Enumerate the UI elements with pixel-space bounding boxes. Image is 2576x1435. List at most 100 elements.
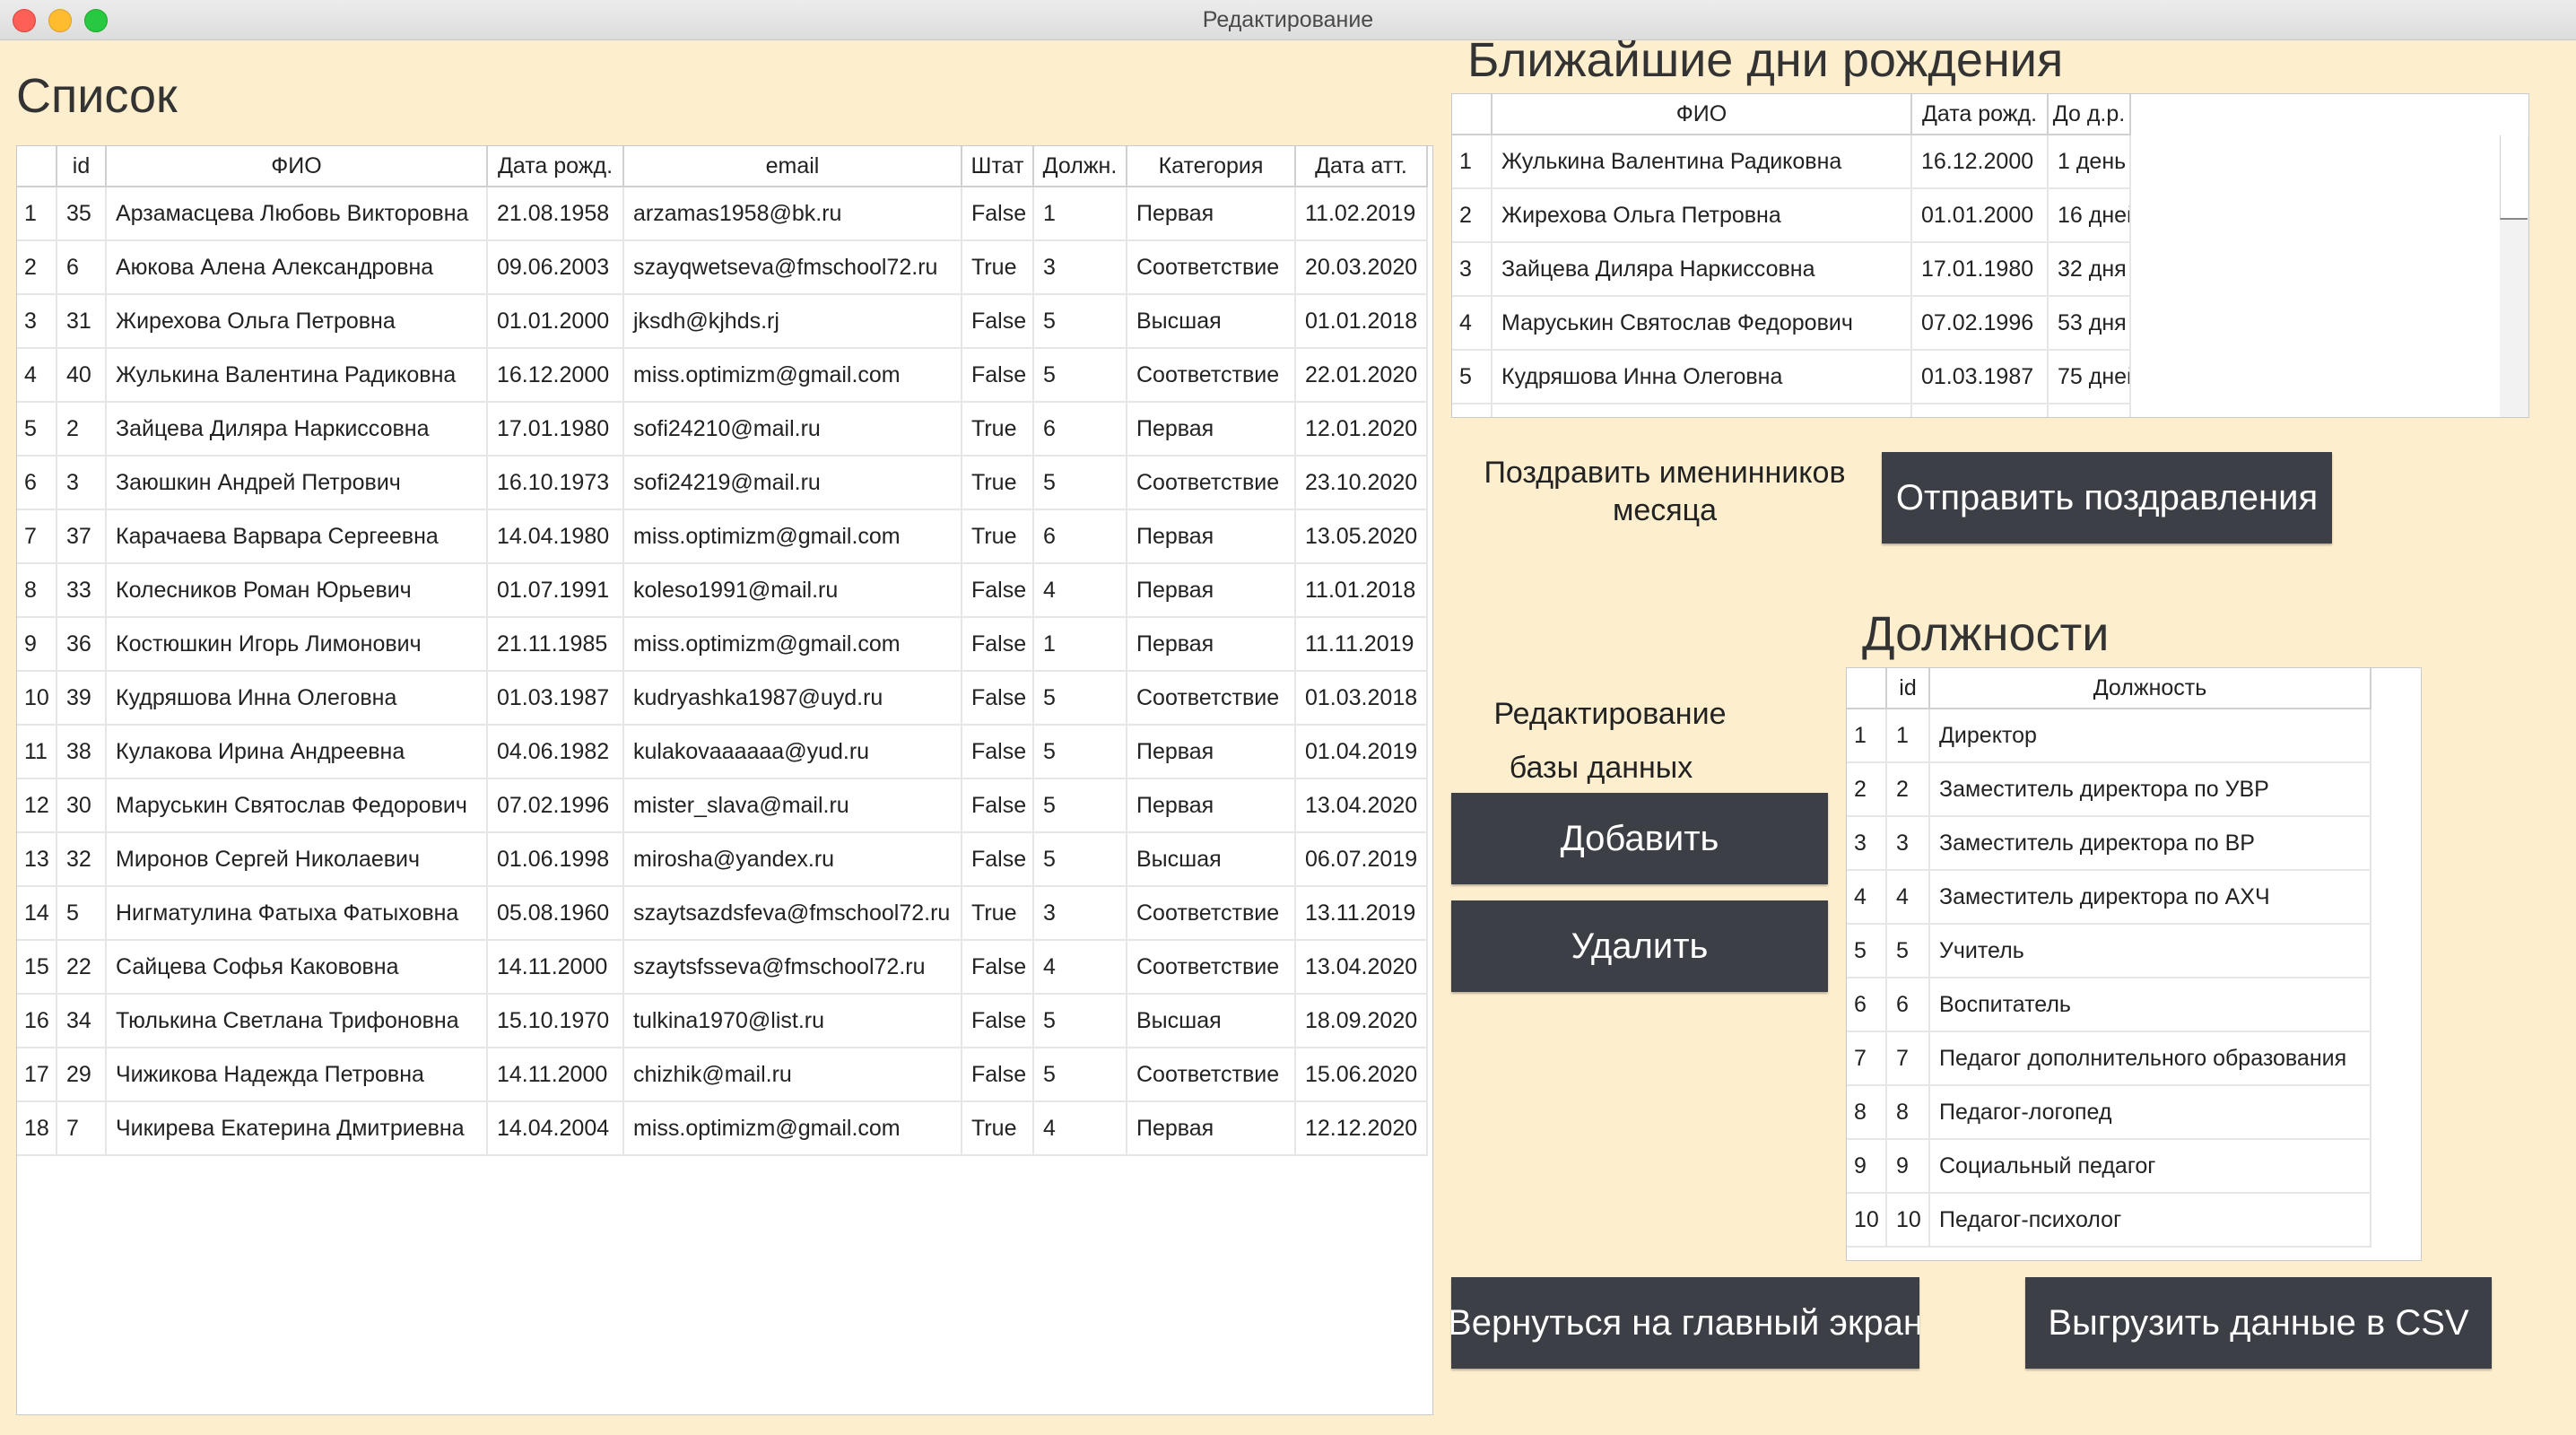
position-row[interactable]: 9 9 Социальный педагог	[1847, 1139, 2371, 1194]
table-row[interactable]: 4 40 Жулькина Валентина Радиковна 16.12.200…	[17, 348, 1428, 403]
table-row[interactable]: 9 36 Костюшкин Игорь Лимонович 21.11.1985 mi…	[17, 617, 1428, 672]
table-cell[interactable]: 22	[57, 940, 107, 995]
table-cell[interactable]: 22.01.2020	[1295, 348, 1428, 403]
birthdays-column-header[interactable]: ФИО	[1492, 94, 1912, 135]
birthday-cell[interactable]: 07.02.1996	[1911, 296, 2049, 351]
table-cell[interactable]: 4	[1033, 1101, 1127, 1156]
add-button[interactable]: Добавить	[1451, 793, 1828, 884]
table-cell[interactable]: 01.03.1987	[487, 671, 624, 726]
table-cell[interactable]: Соответствие	[1127, 886, 1296, 941]
birthday-cell[interactable]	[1492, 404, 1912, 417]
table-cell[interactable]: Тюлькина Светлана Трифоновна	[106, 994, 488, 1048]
table-cell[interactable]: False	[962, 294, 1034, 349]
table-cell[interactable]: 3	[1033, 240, 1127, 295]
position-cell[interactable]: 8	[1886, 1085, 1930, 1140]
table-row[interactable]: 5 2 Зайцева Диляра Наркиссовна 17.01.1980 so…	[17, 402, 1428, 457]
position-row[interactable]: 10 10 Педагог-психолог	[1847, 1193, 2371, 1248]
table-cell[interactable]: 16.10.1973	[487, 456, 624, 510]
table-cell[interactable]: Первая	[1127, 778, 1296, 833]
table-cell[interactable]: 5	[1033, 778, 1127, 833]
position-row[interactable]: 2 2 Заместитель директора по УВР	[1847, 762, 2371, 817]
table-cell[interactable]: Маруськин Святослав Федорович	[106, 778, 488, 833]
table-cell[interactable]: szayqwetseva@fmschool72.ru	[623, 240, 962, 295]
table-cell[interactable]: 21.11.1985	[487, 617, 624, 672]
birthdays-table[interactable]: ФИО Дата рожд. До д.р. 1 Жулькина Валентина…	[1451, 93, 2529, 418]
table-cell[interactable]: Первая	[1127, 725, 1296, 779]
position-cell[interactable]: Воспитатель	[1929, 978, 2371, 1032]
table-row[interactable]: 8 33 Колесников Роман Юрьевич 01.07.1991 kol…	[17, 563, 1428, 618]
position-cell[interactable]: 5	[1886, 924, 1930, 978]
birthdays-column-header[interactable]	[1452, 94, 1493, 135]
table-cell[interactable]: Миронов Сергей Николаевич	[106, 832, 488, 887]
table-cell[interactable]: False	[962, 778, 1034, 833]
table-cell[interactable]: 4	[1033, 563, 1127, 618]
list-column-header[interactable]: id	[57, 146, 107, 187]
table-cell[interactable]: 5	[1033, 725, 1127, 779]
list-column-header[interactable]	[17, 146, 57, 187]
position-row[interactable]: 5 5 Учитель	[1847, 924, 2371, 978]
table-row[interactable]: 16 34 Тюлькина Светлана Трифоновна 15.10.19…	[17, 994, 1428, 1048]
table-cell[interactable]: Высшая	[1127, 832, 1296, 887]
birthdays-scrollbar[interactable]	[2500, 135, 2528, 417]
birthday-cell[interactable]: Жирехова Ольга Петровна	[1492, 188, 1912, 243]
table-cell[interactable]: 5	[1033, 671, 1127, 726]
table-cell[interactable]: tulkina1970@list.ru	[623, 994, 962, 1048]
table-cell[interactable]: Колесников Роман Юрьевич	[106, 563, 488, 618]
table-cell[interactable]: 13.04.2020	[1295, 778, 1428, 833]
position-cell[interactable]: 4	[1886, 870, 1930, 925]
table-cell[interactable]: 5	[1033, 348, 1127, 403]
position-cell[interactable]: 10	[1886, 1193, 1930, 1248]
table-cell[interactable]: 35	[57, 187, 107, 241]
table-row[interactable]: 7 37 Карачаева Варвара Сергеевна 14.04.1980…	[17, 509, 1428, 564]
birthday-cell[interactable]: 01.03.1987	[1911, 350, 2049, 404]
table-cell[interactable]: 01.01.2018	[1295, 294, 1428, 349]
table-cell[interactable]: 30	[57, 778, 107, 833]
table-cell[interactable]: False	[962, 940, 1034, 995]
birthday-row[interactable]: 3 Зайцева Диляра Наркиссовна 17.01.1980 32 …	[1452, 242, 2131, 297]
table-cell[interactable]: kudryashka1987@uyd.ru	[623, 671, 962, 726]
table-cell[interactable]: True	[962, 402, 1034, 457]
position-row[interactable]: 7 7 Педагог дополнительного образования	[1847, 1031, 2371, 1086]
table-row[interactable]: 18 7 Чикирева Екатерина Дмитриевна 14.04.20…	[17, 1101, 1428, 1156]
list-column-header[interactable]: Дата рожд.	[487, 146, 624, 187]
birthday-cell[interactable]: Жулькина Валентина Радиковна	[1492, 135, 1912, 189]
position-cell[interactable]: Педагог-логопед	[1929, 1085, 2371, 1140]
table-cell[interactable]: Соответствие	[1127, 1048, 1296, 1102]
position-cell[interactable]: 2	[1886, 762, 1930, 817]
position-row[interactable]: 3 3 Заместитель директора по ВР	[1847, 816, 2371, 871]
table-cell[interactable]: Кулакова Ирина Андреевна	[106, 725, 488, 779]
table-cell[interactable]: miss.optimizm@gmail.com	[623, 348, 962, 403]
table-cell[interactable]: Кудряшова Инна Олеговна	[106, 671, 488, 726]
table-cell[interactable]: True	[962, 509, 1034, 564]
table-cell[interactable]: 3	[57, 456, 107, 510]
table-cell[interactable]: 36	[57, 617, 107, 672]
table-cell[interactable]: 11.02.2019	[1295, 187, 1428, 241]
table-cell[interactable]: 11.11.2019	[1295, 617, 1428, 672]
birthday-cell[interactable]: 16.12.2000	[1911, 135, 2049, 189]
table-cell[interactable]: Сайцева Софья Какововна	[106, 940, 488, 995]
birthday-cell[interactable]: 75 дней	[2048, 350, 2131, 404]
table-cell[interactable]: 07.02.1996	[487, 778, 624, 833]
table-cell[interactable]: False	[962, 725, 1034, 779]
position-cell[interactable]: 1	[1886, 709, 1930, 763]
table-row[interactable]: 6 3 Заюшкин Андрей Петрович 16.10.1973 sofi2…	[17, 456, 1428, 510]
table-cell[interactable]: sofi24210@mail.ru	[623, 402, 962, 457]
table-cell[interactable]: 4	[1033, 940, 1127, 995]
table-cell[interactable]: 5	[1033, 294, 1127, 349]
position-cell[interactable]: Учитель	[1929, 924, 2371, 978]
position-cell[interactable]: 9	[1886, 1139, 1930, 1194]
birthday-cell[interactable]: 53 дня	[2048, 296, 2131, 351]
table-cell[interactable]: 20.03.2020	[1295, 240, 1428, 295]
table-cell[interactable]: Первая	[1127, 617, 1296, 672]
table-cell[interactable]: 38	[57, 725, 107, 779]
position-cell[interactable]: Педагог-психолог	[1929, 1193, 2371, 1248]
table-cell[interactable]: Карачаева Варвара Сергеевна	[106, 509, 488, 564]
table-cell[interactable]: 01.03.2018	[1295, 671, 1428, 726]
positions-table[interactable]: id Должность 1 1 Директор 2 2 Заместитель дире…	[1846, 667, 2422, 1261]
table-cell[interactable]: 11.01.2018	[1295, 563, 1428, 618]
table-cell[interactable]: 13.05.2020	[1295, 509, 1428, 564]
birthday-cell[interactable]: Маруськин Святослав Федорович	[1492, 296, 1912, 351]
table-cell[interactable]: False	[962, 617, 1034, 672]
birthday-cell[interactable]: 16 дней	[2048, 188, 2131, 243]
table-cell[interactable]: Соответствие	[1127, 240, 1296, 295]
